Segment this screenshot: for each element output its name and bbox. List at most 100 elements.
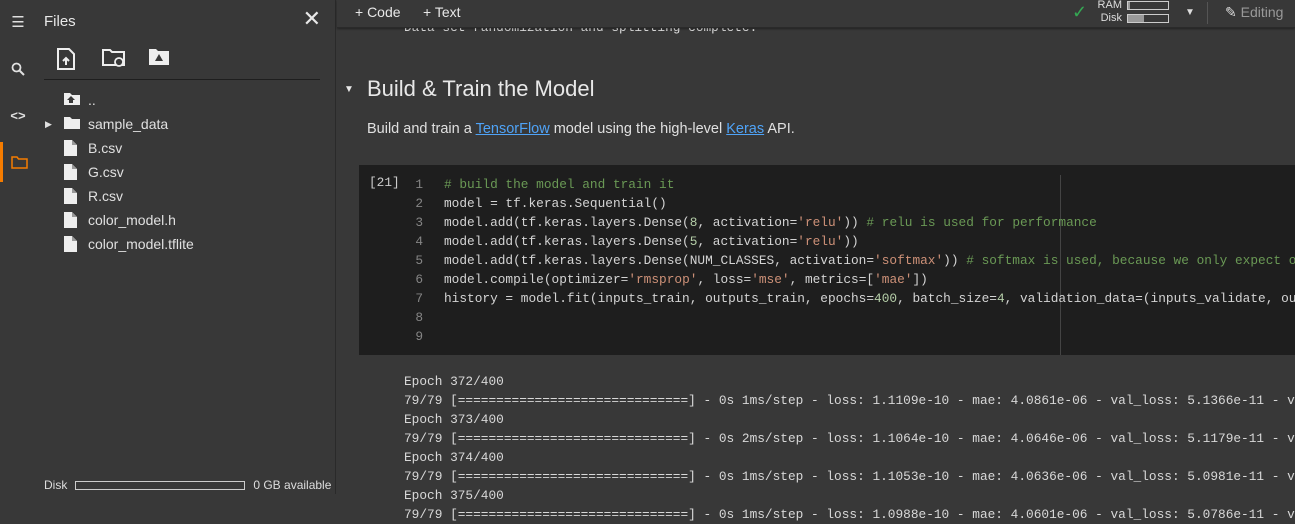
add-text-button[interactable]: + Text <box>423 4 461 20</box>
disk-available: 0 GB available <box>253 478 332 492</box>
line-number: 1 <box>415 177 423 192</box>
code-token: 4 <box>996 291 1005 306</box>
files-title: Files <box>44 13 76 30</box>
file-icon <box>64 188 80 204</box>
code-token: # softmax is used, because we only expec… <box>966 253 1295 268</box>
file-icon <box>64 140 80 156</box>
section-heading: ▼ Build & Train the Model <box>344 76 595 102</box>
code-token: 'softmax' <box>874 253 944 268</box>
search-icon[interactable] <box>0 57 36 81</box>
expand-arrow-icon[interactable]: ▶ <box>45 119 52 130</box>
file-icon <box>64 164 80 180</box>
file-item[interactable]: color_model.h <box>36 208 336 232</box>
text: Build and train a <box>367 121 476 137</box>
code-token: , loss= <box>697 272 752 287</box>
keras-link[interactable]: Keras <box>726 121 764 137</box>
file-name: B.csv <box>88 140 123 156</box>
code-token: 'mse' <box>751 272 790 287</box>
add-code-button[interactable]: + Code <box>355 4 401 20</box>
code-text[interactable]: history = model.fit(inputs_train, output… <box>444 289 1295 308</box>
mount-drive-icon[interactable] <box>148 48 170 70</box>
file-name: color_model.h <box>88 212 176 228</box>
file-name: color_model.tflite <box>88 236 194 252</box>
upload-file-icon[interactable] <box>56 48 78 70</box>
code-token: ]) <box>912 272 928 287</box>
file-item[interactable]: R.csv <box>36 184 336 208</box>
folder-icon <box>64 116 80 132</box>
output-line: 79/79 [==============================] -… <box>404 431 1295 446</box>
activity-rail: ☰ <> <box>0 0 36 494</box>
collapse-section-icon[interactable]: ▼ <box>344 84 354 95</box>
code-token: # relu is used for performance <box>866 215 1097 230</box>
disk-meter <box>1127 14 1169 23</box>
line-number: 5 <box>415 253 423 268</box>
file-icon <box>64 236 80 252</box>
code-token: )) <box>843 234 859 249</box>
code-token: model.add(tf.keras.layers.Dense( <box>444 215 690 230</box>
folder-icon[interactable] <box>0 142 36 182</box>
line-number: 3 <box>415 215 423 230</box>
editing-mode[interactable]: ✎ Editing <box>1225 4 1283 21</box>
file-name: .. <box>88 92 96 108</box>
code-cell[interactable]: [21] 1 # build the model and train it 2 mod… <box>359 165 1295 355</box>
files-panel: Files ✕ .. ▶ sample_data B.csv G.csv R.csv col… <box>36 0 336 494</box>
file-icon <box>64 212 80 228</box>
code-token: model = tf.keras.Sequential() <box>444 196 667 211</box>
code-token: history = model.fit(inputs_train, output… <box>444 291 875 306</box>
code-text[interactable]: model.add(tf.keras.layers.Dense(NUM_CLAS… <box>444 251 1295 270</box>
file-tree: .. ▶ sample_data B.csv G.csv R.csv color_model… <box>36 88 336 256</box>
code-token: )) <box>943 253 967 268</box>
text: model using the high-level <box>549 121 727 137</box>
code-token: 'mae' <box>874 272 913 287</box>
code-token: , activation= <box>697 234 798 249</box>
cell-output: Epoch 372/400 79/79 [====================… <box>404 372 1295 524</box>
code-token: , validation_data=(inputs_validate, ou <box>1004 291 1295 306</box>
code-snippets-icon[interactable]: <> <box>0 103 36 127</box>
file-item[interactable]: .. <box>36 88 336 112</box>
code-token: # build the model and train it <box>444 177 675 192</box>
output-line: 79/79 [==============================] -… <box>404 393 1295 408</box>
caret-down-icon[interactable]: ▼ <box>1185 7 1195 18</box>
code-text[interactable]: model.add(tf.keras.layers.Dense(8, activ… <box>444 213 1097 232</box>
line-number: 7 <box>415 291 423 306</box>
code-text[interactable]: # build the model and train it <box>444 175 674 194</box>
connected-check-icon: ✓ <box>1072 2 1088 22</box>
code-text[interactable]: model.add(tf.keras.layers.Dense(5, activ… <box>444 232 859 251</box>
execution-count[interactable]: [21] <box>369 175 400 190</box>
output-line: 79/79 [==============================] -… <box>404 469 1295 484</box>
file-item[interactable]: ▶ sample_data <box>36 112 336 136</box>
section-description: Build and train a TensorFlow model using… <box>367 121 795 137</box>
file-name: sample_data <box>88 116 169 132</box>
code-token: 400 <box>874 291 898 306</box>
output-line: Epoch 375/400 <box>404 488 504 503</box>
tensorflow-link[interactable]: TensorFlow <box>476 121 550 137</box>
output-line: 79/79 [==============================] -… <box>404 507 1295 522</box>
code-text[interactable]: model.compile(optimizer='rmsprop', loss=… <box>444 270 928 289</box>
code-token: , activation= <box>697 215 798 230</box>
divider <box>44 79 320 80</box>
line-number: 8 <box>415 310 423 325</box>
file-item[interactable]: G.csv <box>36 160 336 184</box>
menu-icon[interactable]: ☰ <box>0 10 36 34</box>
code-token: , batch_size= <box>897 291 997 306</box>
code-token: 'relu' <box>797 215 844 230</box>
code-token: )) <box>843 215 867 230</box>
heading-text: Build & Train the Model <box>367 76 595 101</box>
line-number: 4 <box>415 234 423 249</box>
code-token: model.compile(optimizer= <box>444 272 629 287</box>
line-number: 6 <box>415 272 423 287</box>
disk-bar <box>75 480 246 490</box>
refresh-folder-icon[interactable] <box>102 48 125 70</box>
disk-usage: Disk 0 GB available <box>44 478 331 492</box>
file-item[interactable]: B.csv <box>36 136 336 160</box>
close-icon[interactable]: ✕ <box>303 6 321 32</box>
editing-label: Editing <box>1240 4 1284 20</box>
code-token: 'rmsprop' <box>628 272 698 287</box>
pencil-icon: ✎ <box>1225 4 1237 20</box>
file-name: R.csv <box>88 188 123 204</box>
code-text[interactable]: model = tf.keras.Sequential() <box>444 194 667 213</box>
parent-folder-icon <box>64 92 80 108</box>
file-item[interactable]: color_model.tflite <box>36 232 336 256</box>
ram-meter <box>1127 1 1169 10</box>
line-number: 2 <box>415 196 423 211</box>
